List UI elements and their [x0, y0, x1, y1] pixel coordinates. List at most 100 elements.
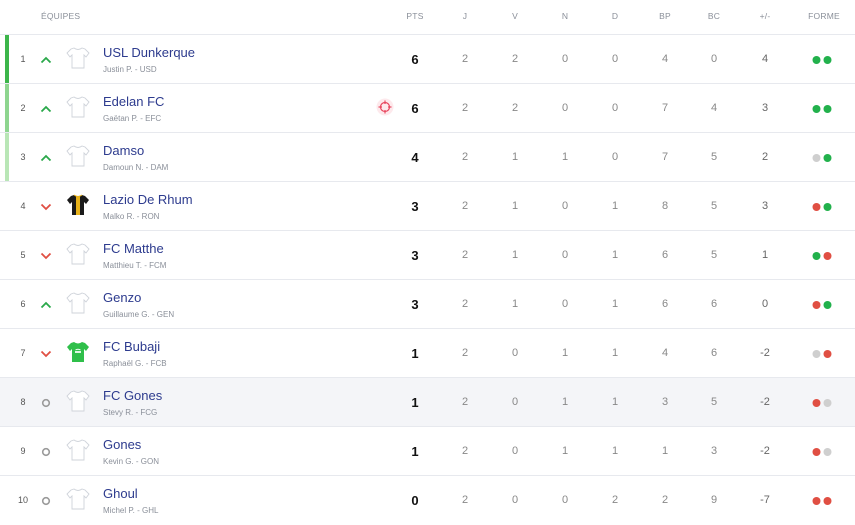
goal-diff-cell: 3	[761, 102, 769, 114]
target-icon[interactable]	[376, 98, 394, 116]
team-name-link[interactable]: USL Dunkerque	[103, 45, 195, 60]
goals-for-cell: 6	[661, 298, 669, 310]
jersey-icon	[66, 193, 90, 217]
form-loss-dot	[823, 252, 832, 260]
goals-for-cell: 3	[661, 396, 669, 408]
team-manager: Kevin G. - GON	[103, 457, 160, 466]
goals-against-cell: 5	[710, 249, 718, 261]
team-name-link[interactable]: Ghoul	[103, 486, 138, 501]
team-name-link[interactable]: FC Matthe	[103, 241, 164, 256]
table-row[interactable]: 8 FC Gones Stevy R. - FCG 1 2 0 1 1 3 5 -2	[0, 377, 855, 426]
trend-circle-icon	[39, 476, 53, 525]
header-form: FORME	[808, 11, 840, 21]
table-row[interactable]: 6 Genzo Guillaume G. - GEN 3 2 1 0 1 6 6 0	[0, 279, 855, 328]
header-won[interactable]: V	[512, 11, 518, 21]
won-cell: 1	[511, 151, 519, 163]
table-row[interactable]: 9 Gones Kevin G. - GON 1 2 0 1 1 1 3 -2	[0, 426, 855, 475]
header-goals-against[interactable]: BC	[708, 11, 720, 21]
lost-cell: 1	[611, 249, 619, 261]
played-cell: 2	[461, 298, 469, 310]
team-manager: Justin P. - USD	[103, 65, 157, 74]
header-goal-diff[interactable]: +/-	[760, 11, 771, 21]
team-name-link[interactable]: Genzo	[103, 290, 141, 305]
standings-table: ÉQUIPES PTS J V N D BP BC +/- FORME 1 USL…	[0, 0, 855, 524]
won-cell: 2	[511, 53, 519, 65]
trend-up-arrow-icon	[39, 133, 53, 182]
table-row[interactable]: 3 Damso Damoun N. - DAM 4 2 1 1 0 7 5 2	[0, 132, 855, 181]
won-cell: 0	[511, 396, 519, 408]
team-manager: Michel P. - GHL	[103, 506, 159, 515]
jersey-icon	[66, 487, 90, 511]
lost-cell: 1	[611, 200, 619, 212]
points-cell: 1	[411, 444, 419, 459]
table-row[interactable]: 2 Edelan FC Gaëtan P. - EFC 6 2 2 0 0 7 4 3	[0, 83, 855, 132]
qualification-bar	[5, 84, 9, 132]
played-cell: 2	[461, 102, 469, 114]
header-lost[interactable]: D	[612, 11, 618, 21]
team-manager: Malko R. - RON	[103, 212, 160, 221]
goals-for-cell: 6	[661, 249, 669, 261]
header-goals-for[interactable]: BP	[659, 11, 671, 21]
goals-for-cell: 8	[661, 200, 669, 212]
form-loss-dot	[823, 497, 832, 505]
team-name-link[interactable]: Edelan FC	[103, 94, 164, 109]
jersey-icon	[66, 95, 90, 119]
won-cell: 0	[511, 445, 519, 457]
goals-against-cell: 5	[710, 151, 718, 163]
points-cell: 4	[411, 150, 419, 165]
team-manager: Matthieu T. - FCM	[103, 261, 167, 270]
table-row[interactable]: 1 USL Dunkerque Justin P. - USD 6 2 2 0 0 4 0 4	[0, 34, 855, 83]
form-draw-dot	[823, 448, 832, 456]
table-row[interactable]: 5 FC Matthe Matthieu T. - FCM 3 2 1 0 1 6 5 1	[0, 230, 855, 279]
goals-against-cell: 5	[710, 200, 718, 212]
drawn-cell: 1	[561, 347, 569, 359]
qualification-bar	[5, 133, 9, 181]
team-name-link[interactable]: FC Gones	[103, 388, 162, 403]
trend-down-arrow-icon	[39, 182, 53, 231]
played-cell: 2	[461, 396, 469, 408]
form-indicator	[812, 154, 832, 162]
drawn-cell: 0	[561, 298, 569, 310]
played-cell: 2	[461, 151, 469, 163]
team-name-link[interactable]: FC Bubaji	[103, 339, 160, 354]
goal-diff-cell: 0	[761, 298, 769, 310]
team-name-link[interactable]: Damso	[103, 143, 144, 158]
lost-cell: 2	[611, 494, 619, 506]
played-cell: 2	[461, 53, 469, 65]
header-played[interactable]: J	[463, 11, 467, 21]
team-name-link[interactable]: Lazio De Rhum	[103, 192, 193, 207]
rank-cell: 7	[20, 348, 26, 358]
table-row[interactable]: 10 Ghoul Michel P. - GHL 0 2 0 0 2 2 9 -7	[0, 475, 855, 524]
won-cell: 1	[511, 200, 519, 212]
team-name-link[interactable]: Gones	[103, 437, 141, 452]
points-cell: 3	[411, 248, 419, 263]
form-indicator	[812, 252, 832, 260]
lost-cell: 0	[611, 102, 619, 114]
goals-against-cell: 6	[710, 347, 718, 359]
goal-diff-cell: -7	[760, 494, 770, 506]
trend-up-arrow-icon	[39, 280, 53, 329]
rank-cell: 4	[20, 201, 26, 211]
trend-up-arrow-icon	[39, 35, 53, 84]
goal-diff-cell: 1	[761, 249, 769, 261]
header-team[interactable]: ÉQUIPES	[41, 11, 80, 21]
form-loss-dot	[812, 448, 821, 456]
table-header: ÉQUIPES PTS J V N D BP BC +/- FORME	[0, 0, 855, 34]
table-row[interactable]: 7 FC Bubaji Raphaël G. - FCB 1 2 0 1 1 4 6 -2	[0, 328, 855, 377]
trend-down-arrow-icon	[39, 329, 53, 378]
lost-cell: 0	[611, 151, 619, 163]
goal-diff-cell: 2	[761, 151, 769, 163]
won-cell: 2	[511, 102, 519, 114]
goals-against-cell: 6	[710, 298, 718, 310]
trend-up-arrow-icon	[39, 84, 53, 133]
goals-for-cell: 4	[661, 53, 669, 65]
header-drawn[interactable]: N	[562, 11, 568, 21]
qualification-bar	[5, 35, 9, 83]
form-draw-dot	[823, 399, 832, 407]
lost-cell: 1	[611, 347, 619, 359]
table-row[interactable]: 4 Lazio De Rhum Malko R. - RON 3 2 1 0 1 8 5 3	[0, 181, 855, 230]
form-loss-dot	[812, 399, 821, 407]
header-pts[interactable]: PTS	[406, 11, 423, 21]
lost-cell: 0	[611, 53, 619, 65]
won-cell: 1	[511, 298, 519, 310]
